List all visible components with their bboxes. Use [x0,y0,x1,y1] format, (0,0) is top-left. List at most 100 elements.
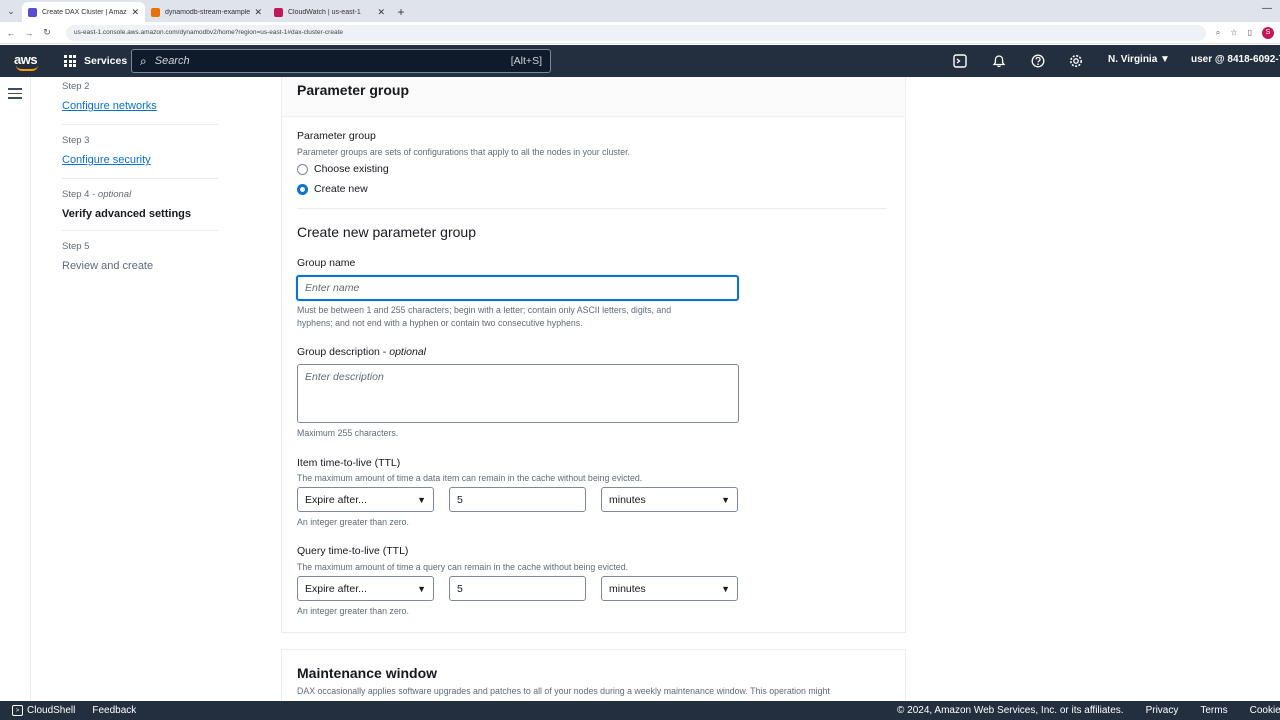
caret-down-icon: ▼ [721,494,730,505]
settings-gear-icon[interactable] [1067,52,1085,70]
radio-unchecked-icon [297,163,308,175]
item-ttl-label: Item time-to-live (TTL) [297,457,401,469]
tab-title: Create DAX Cluster | Amazon D [42,8,127,16]
services-grid-icon[interactable] [64,55,76,67]
cloudshell-icon[interactable] [951,52,969,70]
group-name-label: Group name [297,257,356,269]
aws-logo[interactable]: aws [14,49,44,73]
select-value: minutes [609,493,646,506]
query-ttl-unit-select[interactable]: minutes ▼ [601,576,738,601]
browser-tab-dynamodb[interactable]: dynamodb-stream-example ✕ [145,2,268,22]
group-name-hint: Must be between 1 and 255 characters; be… [297,304,671,329]
help-icon[interactable] [1029,52,1047,70]
profile-avatar[interactable]: S [1262,26,1274,39]
console-search-input[interactable]: ⌕ Search [Alt+S] [131,49,551,73]
new-tab-plus-icon[interactable]: + [391,2,411,22]
step-current-verify-advanced: Verify advanced settings [62,208,191,220]
side-navigation-rail [0,77,31,701]
label-text: Group description [297,346,380,358]
window-minimize-icon[interactable]: — [1262,3,1272,14]
close-tab-icon[interactable]: ✕ [131,7,139,18]
copyright-text: © 2024, Amazon Web Services, Inc. or its… [897,705,1124,716]
field-label: Parameter group [297,130,376,142]
parameter-group-panel: Parameter group Parameter group Paramete… [281,77,906,633]
hint-line: Must be between 1 and 255 characters; be… [297,305,672,315]
query-ttl-hint: An integer greater than zero. [297,606,409,616]
terms-link[interactable]: Terms [1200,705,1227,716]
step-label: Step 3 [62,135,90,146]
dax-favicon-icon [28,7,37,17]
section-title: Maintenance window [297,665,438,681]
cookie-preferences-link[interactable]: Cookie pref [1250,705,1280,716]
notifications-bell-icon[interactable] [990,52,1008,70]
item-ttl-mode-select[interactable]: Expire after... ▼ [297,487,434,512]
item-ttl-hint: An integer greater than zero. [297,517,409,527]
privacy-link[interactable]: Privacy [1146,705,1179,716]
section-description: DAX occasionally applies software upgrad… [297,686,830,696]
tab-title: CloudWatch | us-east-1 [288,8,361,16]
caret-down-icon: ▼ [417,494,426,505]
side-panel-icon[interactable]: ▯ [1242,28,1258,37]
radio-choose-existing[interactable]: Choose existing [297,163,389,175]
wizard-step-3: Step 3 Configure security [62,135,218,179]
group-description-hint: Maximum 255 characters. [297,428,399,438]
query-ttl-description: The maximum amount of time a query can r… [297,562,629,572]
group-name-placeholder: Enter name [305,282,360,294]
aws-top-nav: aws Services ⌕ Search [Alt+S] N. Virgini… [0,45,1280,77]
query-ttl-value-input[interactable]: 5 [449,576,586,601]
bookmark-star-icon[interactable]: ☆ [1226,28,1242,37]
reload-icon[interactable]: ↻ [38,27,56,38]
back-arrow-icon[interactable]: ← [2,28,20,38]
feedback-link[interactable]: Feedback [92,705,136,716]
wizard-step-4: Step 4 - optional Verify advanced settin… [62,189,218,231]
hint-line: hyphens; and not end with a hyphen or co… [297,317,583,328]
browser-address-bar: ← → ↻ us-east-1.console.aws.amazon.com/d… [0,22,1280,44]
group-description-label: Group description - optional [297,346,427,358]
account-menu[interactable]: user @ 8418-6092-7 [1191,54,1280,65]
step-optional-tag: optional [97,189,132,200]
wizard-steps: Step 2 Configure networks Step 3 Configu… [62,77,218,292]
step-link-configure-networks[interactable]: Configure networks [62,100,157,112]
search-icon: ⌕ [140,53,147,68]
item-ttl-value-input[interactable]: 5 [449,487,586,512]
cloudshell-button[interactable]: > CloudShell [12,705,75,716]
aws-logo-smile-icon [16,65,38,71]
group-description-textarea[interactable]: Enter description [297,364,739,423]
item-ttl-unit-select[interactable]: minutes ▼ [601,487,738,512]
step-label: Step 2 [62,81,90,92]
hamburger-menu-icon[interactable] [8,88,22,102]
query-ttl-label: Query time-to-live (TTL) [297,545,409,557]
item-ttl-description: The maximum amount of time a data item c… [297,473,643,483]
step-number: Step 4 [62,189,90,200]
query-ttl-mode-select[interactable]: Expire after... ▼ [297,576,434,601]
tab-list-chevron-icon[interactable]: ⌄ [0,0,22,22]
select-value: Expire after... [305,582,367,595]
radio-create-new[interactable]: Create new [297,183,368,195]
close-tab-icon[interactable]: ✕ [377,7,385,18]
tab-title: dynamodb-stream-example [165,8,251,16]
subsection-title: Create new parameter group [297,224,476,240]
select-value: minutes [609,582,646,595]
browser-tab-dax[interactable]: Create DAX Cluster | Amazon D ✕ [22,2,145,22]
zoom-icon[interactable]: ⌕ [1210,28,1226,38]
dynamodb-favicon-icon [151,7,160,17]
maintenance-window-panel: Maintenance window DAX occasionally appl… [281,649,906,709]
radio-label: Choose existing [314,163,389,175]
input-value: 5 [457,493,463,506]
step-label: Step 4 - optional [62,189,132,200]
caret-down-icon: ▼ [721,583,730,594]
wizard-step-5: Step 5 Review and create [62,241,218,282]
footer-links: © 2024, Amazon Web Services, Inc. or its… [897,705,1280,716]
console-footer: > CloudShell Feedback © 2024, Amazon Web… [0,701,1280,720]
browser-tab-cloudwatch[interactable]: CloudWatch | us-east-1 ✕ [268,2,391,22]
group-name-input[interactable]: Enter name [296,275,739,301]
url-field[interactable]: us-east-1.console.aws.amazon.com/dynamod… [66,24,1206,41]
region-selector[interactable]: N. Virginia ▼ [1108,54,1170,65]
step-link-configure-security[interactable]: Configure security [62,154,151,166]
services-menu-button[interactable]: Services [84,55,127,67]
url-text: us-east-1.console.aws.amazon.com/dynamod… [74,29,343,36]
radio-checked-icon [297,183,308,195]
close-tab-icon[interactable]: ✕ [254,7,262,18]
search-placeholder: Search [154,55,190,67]
forward-arrow-icon[interactable]: → [20,28,38,38]
